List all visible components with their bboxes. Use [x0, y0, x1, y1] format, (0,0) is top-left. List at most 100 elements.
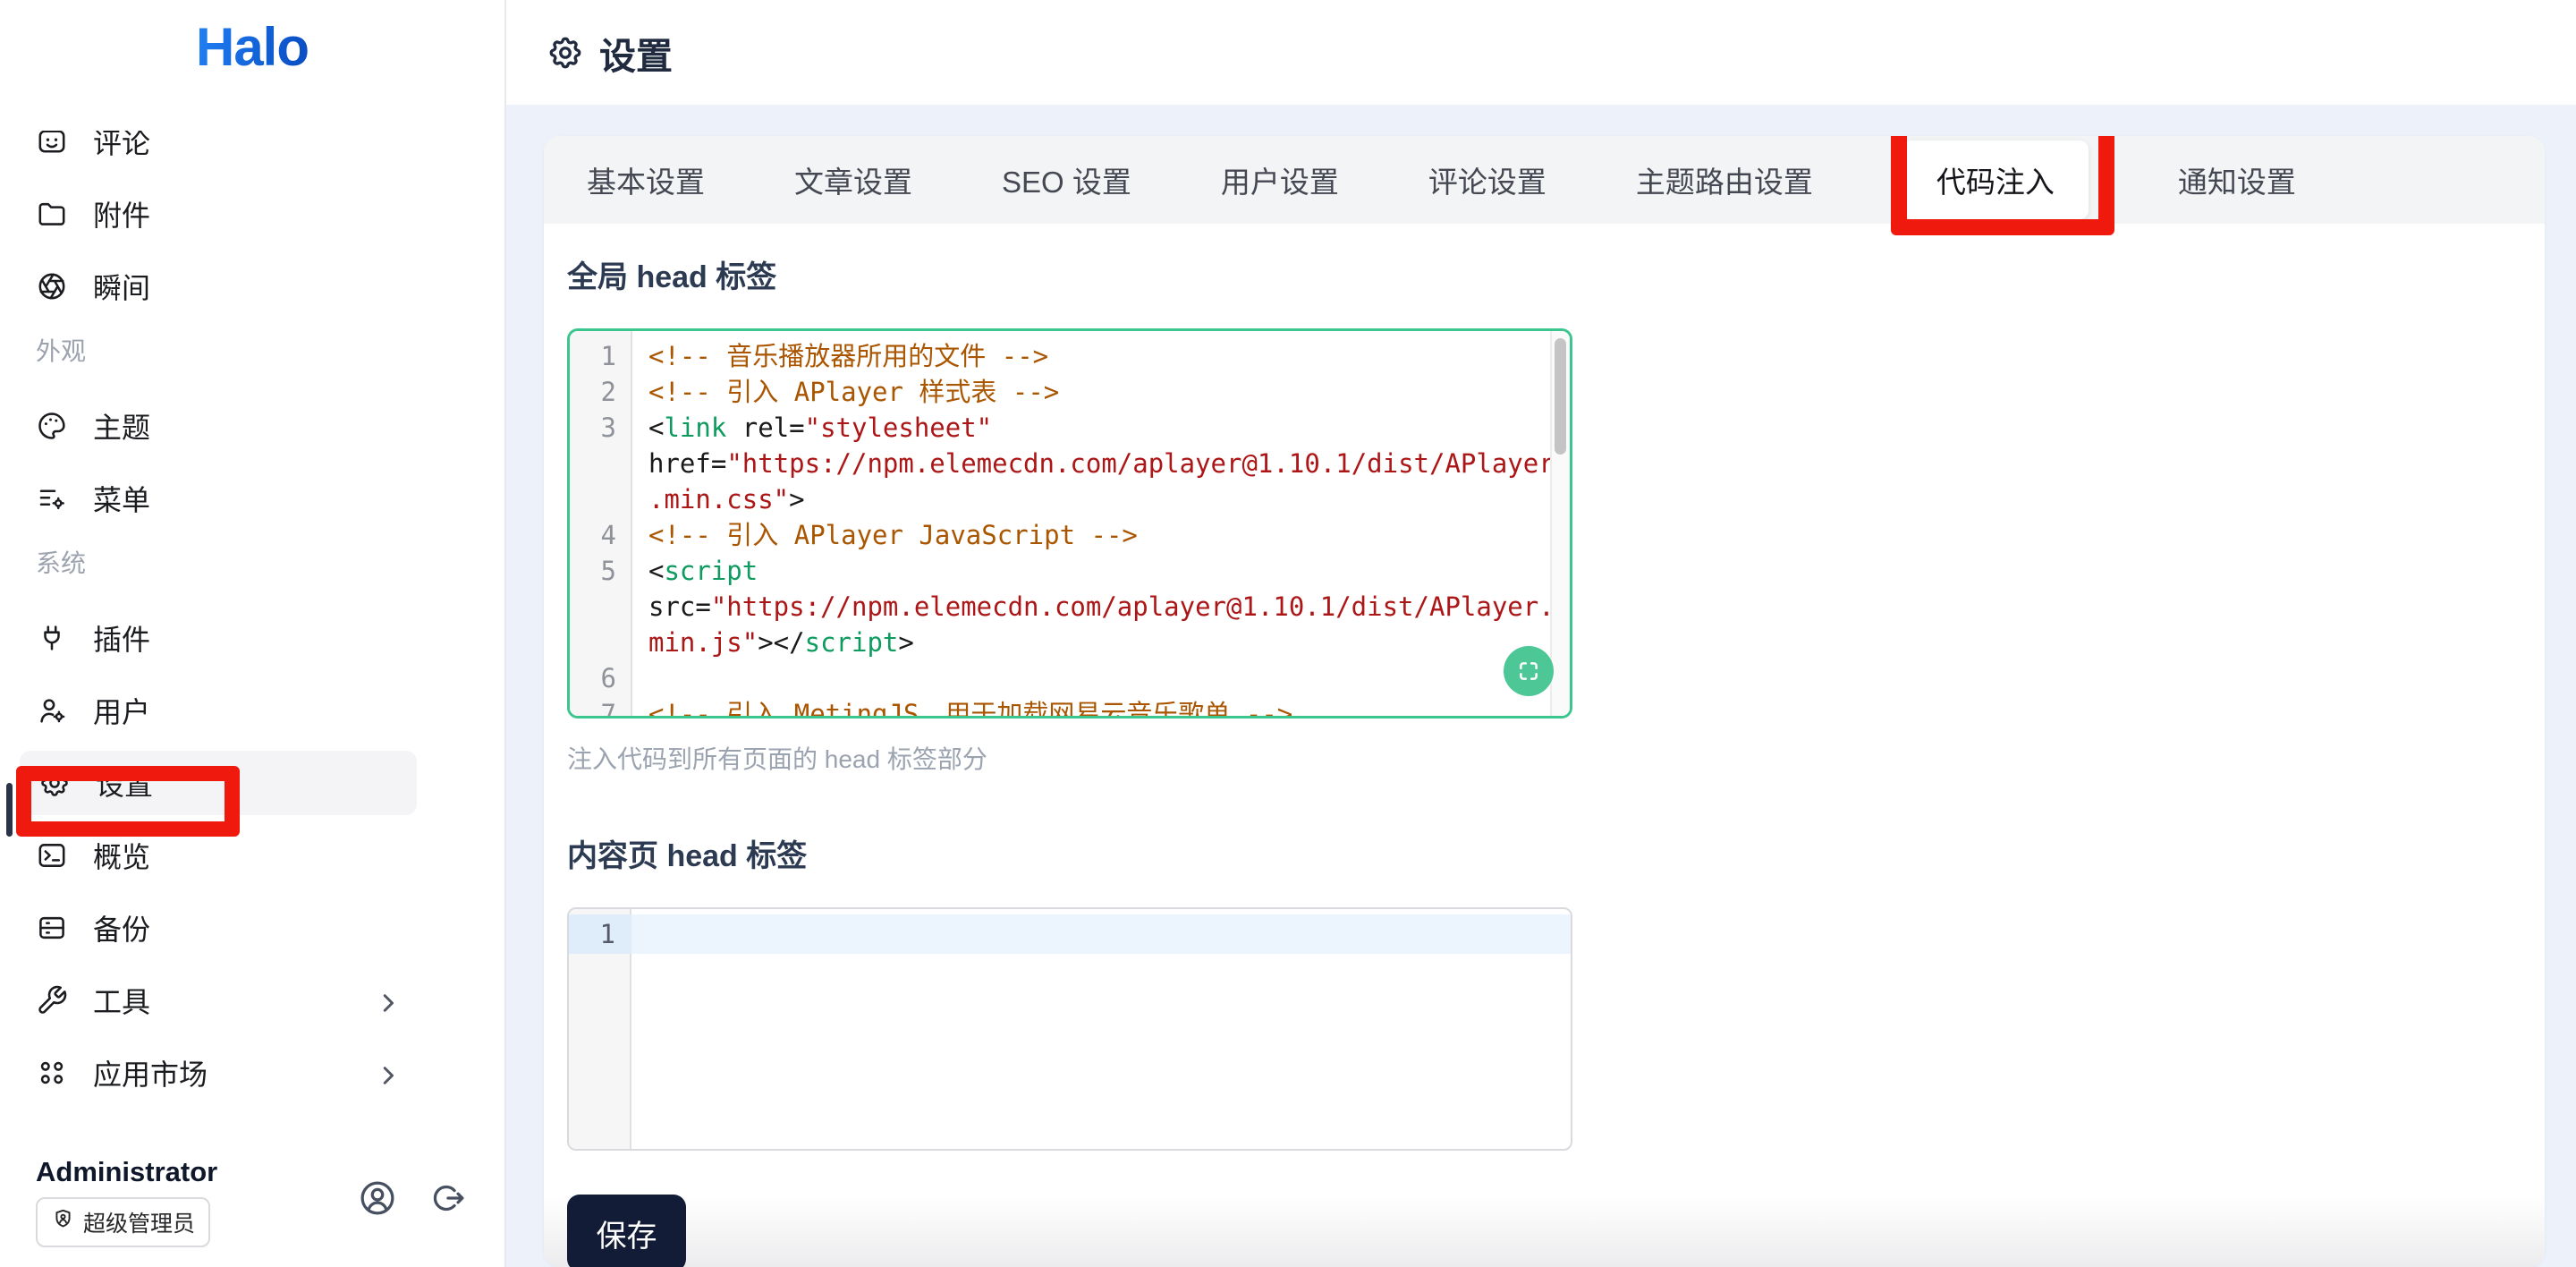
code-line: 7<!-- 引入 MetingJS、用于加载网易云音乐歌单 --> [570, 696, 1570, 719]
editor-code-lines: 1<!-- 音乐播放器所用的文件 -->2<!-- 引入 APlayer 样式表… [570, 338, 1570, 719]
code-line: 3<link rel="stylesheet" [570, 410, 1570, 446]
sidebar-section-appearance: 外观 [0, 332, 504, 368]
shield-user-icon [51, 1207, 75, 1237]
person-circle-icon [357, 1178, 398, 1219]
logout-icon[interactable] [427, 1178, 468, 1219]
line-number: 4 [570, 517, 616, 553]
sidebar-item-attachments[interactable]: 附件 [0, 187, 504, 241]
chevron-right-icon [372, 1059, 404, 1092]
terminal-icon [36, 839, 68, 872]
settings-card: 基本设置 文章设置 SEO 设置 用户设置 评论设置 主题路由设置 代码注入 通知设置 全局 … [544, 136, 2545, 1267]
tab-post[interactable]: 文章设置 [794, 158, 912, 201]
settings-tabs: 基本设置 文章设置 SEO 设置 用户设置 评论设置 主题路由设置 代码注入 通知设置 [544, 136, 2545, 224]
tab-comment[interactable]: 评论设置 [1428, 158, 1546, 201]
sidebar-item-label: 瞬间 [93, 266, 150, 307]
user-gear-icon [36, 694, 68, 727]
save-button[interactable]: 保存 [567, 1195, 686, 1267]
sidebar-item-label: 概览 [93, 835, 150, 876]
line-number: 5 [570, 553, 616, 589]
page-header: 设置 [506, 0, 2576, 105]
content-head-code-editor[interactable]: 1 [567, 907, 1572, 1151]
fullscreen-button[interactable] [1504, 646, 1554, 696]
folder-icon [36, 198, 68, 230]
line-number [570, 446, 616, 481]
editor-scrollbar-thumb[interactable] [1555, 338, 1566, 455]
line-number [570, 625, 616, 660]
profile-icon[interactable] [357, 1178, 398, 1219]
fullscreen-icon [1516, 659, 1541, 684]
editor-line-number: 1 [569, 914, 615, 954]
line-number [570, 589, 616, 625]
role-badge: 超级管理员 [36, 1197, 210, 1247]
logout-icon [427, 1178, 468, 1219]
sidebar-item-backup[interactable]: 备份 [0, 901, 504, 955]
sidebar-item-overview[interactable]: 概览 [0, 829, 504, 882]
sidebar-item-label: 工具 [93, 980, 150, 1021]
sidebar-item-plugins[interactable]: 插件 [0, 611, 504, 665]
code-line: src="https://npm.elemecdn.com/aplayer@1.… [570, 589, 1570, 625]
active-item-indicator [6, 783, 13, 837]
line-number: 3 [570, 410, 616, 446]
halo-logo: Halo [196, 16, 309, 78]
line-number: 2 [570, 374, 616, 410]
sidebar-item-label: 附件 [93, 193, 150, 234]
chevron-right-icon [372, 987, 404, 1019]
sidebar-nav: 评论附件瞬间外观主题菜单系统插件用户设置概览备份工具应用市场 [0, 115, 504, 1118]
tab-user[interactable]: 用户设置 [1221, 158, 1339, 201]
global-head-help-text: 注入代码到所有页面的 head 标签部分 [567, 744, 2545, 776]
active-tab-wrap: 代码注入 [1902, 140, 2089, 219]
tab-basic[interactable]: 基本设置 [587, 158, 705, 201]
sidebar-item-users[interactable]: 用户 [0, 684, 504, 737]
current-user-name: Administrator [36, 1156, 217, 1188]
section-heading-global-head: 全局 head 标签 [567, 259, 2545, 295]
line-number: 6 [570, 660, 616, 696]
sidebar-item-label: 设置 [96, 762, 153, 804]
sidebar-item-themes[interactable]: 主题 [0, 399, 504, 453]
sidebar: 评论附件瞬间外观主题菜单系统插件用户设置概览备份工具应用市场 Halo Admi… [0, 0, 506, 1267]
code-line: href="https://npm.elemecdn.com/aplayer@1… [570, 446, 1570, 481]
menu-gear-icon [36, 482, 68, 514]
line-number: 1 [570, 338, 616, 374]
page-title: 设置 [599, 26, 673, 80]
global-head-code-editor[interactable]: 1<!-- 音乐播放器所用的文件 -->2<!-- 引入 APlayer 样式表… [567, 328, 1572, 719]
editor-scrollbar-track[interactable] [1550, 331, 1570, 716]
section-heading-content-head: 内容页 head 标签 [567, 838, 2545, 874]
code-line: min.js"></script> [570, 625, 1570, 660]
plug-icon [36, 622, 68, 654]
sidebar-user-area: Administrator 超级管理员 [0, 1160, 504, 1267]
line-number [570, 481, 616, 517]
sidebar-item-tools[interactable]: 工具 [0, 974, 504, 1027]
sidebar-item-moments[interactable]: 瞬间 [0, 259, 504, 313]
halo-admin-app: 评论附件瞬间外观主题菜单系统插件用户设置概览备份工具应用市场 Halo Admi… [0, 0, 2576, 1267]
sidebar-item-settings[interactable]: 设置 [20, 751, 417, 815]
tab-notification[interactable]: 通知设置 [2178, 158, 2296, 201]
code-inject-panel: 全局 head 标签 1<!-- 音乐播放器所用的文件 -->2<!-- 引入 … [544, 259, 2545, 1267]
settings-gear-icon [547, 34, 584, 72]
tab-seo[interactable]: SEO 设置 [1002, 158, 1131, 201]
sidebar-item-label: 插件 [93, 617, 150, 659]
code-line: .min.css"> [570, 481, 1570, 517]
sidebar-item-label: 主题 [93, 405, 150, 446]
sidebar-item-label: 应用市场 [93, 1052, 208, 1093]
role-badge-label: 超级管理员 [83, 1206, 195, 1238]
shield-user-icon [51, 1207, 75, 1231]
sidebar-section-system: 系统 [0, 544, 504, 580]
tab-theme-route[interactable]: 主题路由设置 [1636, 158, 1813, 201]
sidebar-item-menus[interactable]: 菜单 [0, 472, 504, 525]
gear-icon [38, 767, 71, 799]
palette-icon [36, 410, 68, 442]
code-line: 2<!-- 引入 APlayer 样式表 --> [570, 374, 1570, 410]
code-line: 4<!-- 引入 APlayer JavaScript --> [570, 517, 1570, 553]
wrench-icon [36, 984, 68, 1016]
sidebar-item-app-market[interactable]: 应用市场 [0, 1046, 504, 1100]
apps-icon [36, 1057, 68, 1089]
aperture-icon [36, 270, 68, 302]
sidebar-item-label: 备份 [93, 907, 150, 948]
editor-active-line [569, 914, 1571, 954]
tab-code-inject[interactable]: 代码注入 [1902, 140, 2089, 219]
sidebar-logo-header: Halo [0, 0, 504, 131]
code-line: 6 [570, 660, 1570, 696]
gear-icon [547, 34, 584, 72]
code-line: 5<script [570, 553, 1570, 589]
sidebar-item-label: 菜单 [93, 478, 150, 519]
